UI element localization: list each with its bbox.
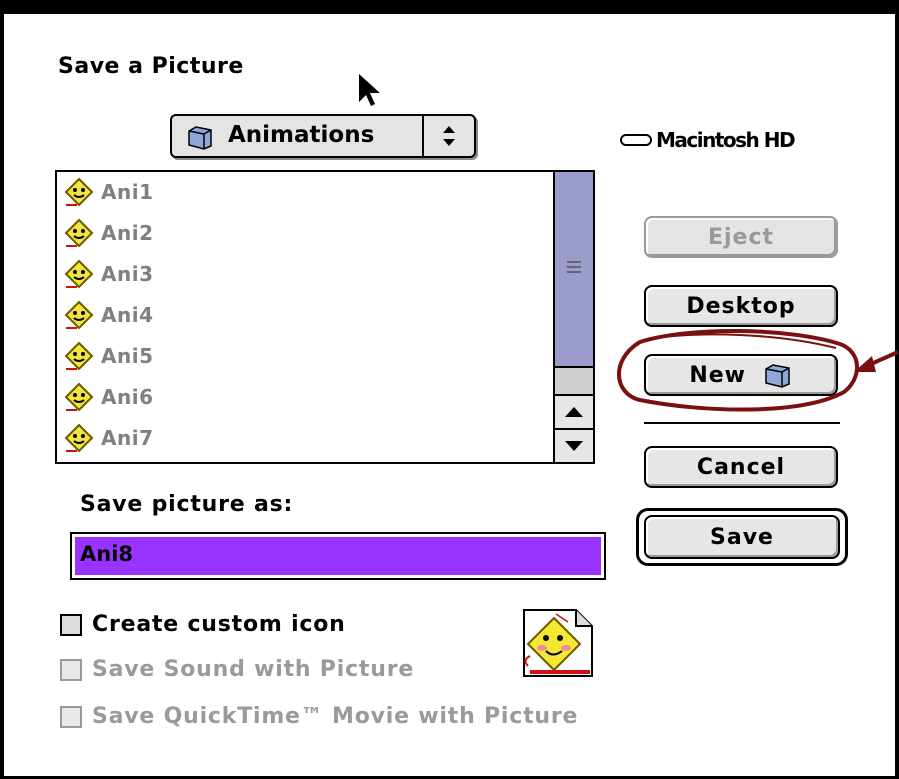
checkbox-label: Save QuickTime™ Movie with Picture: [92, 704, 579, 729]
folder-icon: [188, 126, 212, 150]
desktop-button[interactable]: Desktop: [644, 285, 838, 327]
disk-name: Macintosh HD: [620, 128, 796, 152]
checkbox-label: Create custom icon: [92, 612, 346, 637]
list-item[interactable]: Ani5: [63, 336, 154, 376]
list-item[interactable]: Ani6: [63, 377, 154, 417]
save-button[interactable]: Save: [644, 515, 840, 559]
save-movie-checkbox[interactable]: Save QuickTime™ Movie with Picture: [60, 704, 578, 729]
picture-file-icon: [64, 382, 94, 412]
disk-label: Macintosh HD: [656, 128, 796, 152]
checkbox-box[interactable]: [60, 613, 82, 636]
checkbox-box[interactable]: [60, 658, 82, 681]
list-scrollbar[interactable]: [553, 172, 593, 462]
scroll-down-button[interactable]: [555, 428, 593, 462]
checkbox-box[interactable]: [60, 705, 82, 728]
checkbox-label: Save Sound with Picture: [92, 657, 415, 682]
picture-file-icon: [64, 341, 94, 371]
new-folder-button[interactable]: New: [644, 354, 838, 396]
grip-lines-icon: [567, 261, 581, 273]
save-as-label: Save picture as:: [80, 492, 294, 517]
arrow-down-icon: [565, 441, 583, 451]
picture-file-icon: [64, 218, 94, 248]
picture-file-icon: [64, 177, 94, 207]
create-custom-icon-checkbox[interactable]: Create custom icon: [60, 612, 346, 637]
picture-file-icon: [64, 423, 94, 453]
new-folder-label: New: [689, 363, 746, 388]
scroll-up-button[interactable]: [555, 394, 593, 428]
filename-value: Ani8: [80, 542, 134, 566]
button-divider: [644, 422, 840, 424]
filename-input[interactable]: Ani8: [70, 532, 606, 580]
picture-file-icon: [64, 300, 94, 330]
file-list[interactable]: Ani1 Ani2 Ani3 Ani4 Ani5 Ani6 Ani7: [55, 170, 595, 464]
list-item[interactable]: Ani4: [63, 295, 154, 335]
cancel-button[interactable]: Cancel: [644, 446, 838, 488]
list-item[interactable]: Ani7: [63, 418, 154, 458]
dialog-title: Save a Picture: [58, 54, 244, 79]
save-sound-checkbox[interactable]: Save Sound with Picture: [60, 657, 414, 682]
popup-arrows-icon: [422, 116, 455, 156]
picture-preview-icon: [523, 609, 593, 677]
list-item[interactable]: Ani2: [63, 213, 154, 253]
eject-button[interactable]: Eject: [644, 216, 838, 258]
list-item[interactable]: Ani1: [63, 172, 154, 212]
file-list-items: Ani1 Ani2 Ani3 Ani4 Ani5 Ani6 Ani7: [57, 172, 555, 462]
folder-popup-label: Animations: [228, 122, 375, 148]
hard-drive-icon: [620, 134, 652, 146]
scrollbar-track[interactable]: [555, 368, 593, 394]
text-selection-highlight: [75, 537, 601, 575]
folder-popup-menu[interactable]: Animations: [170, 114, 476, 158]
list-item[interactable]: Ani3: [63, 254, 154, 294]
picture-file-icon: [64, 259, 94, 289]
arrow-up-icon: [565, 407, 583, 417]
mouse-pointer-icon: [359, 74, 380, 106]
scrollbar-thumb[interactable]: [555, 172, 593, 368]
new-folder-icon: [764, 364, 790, 388]
